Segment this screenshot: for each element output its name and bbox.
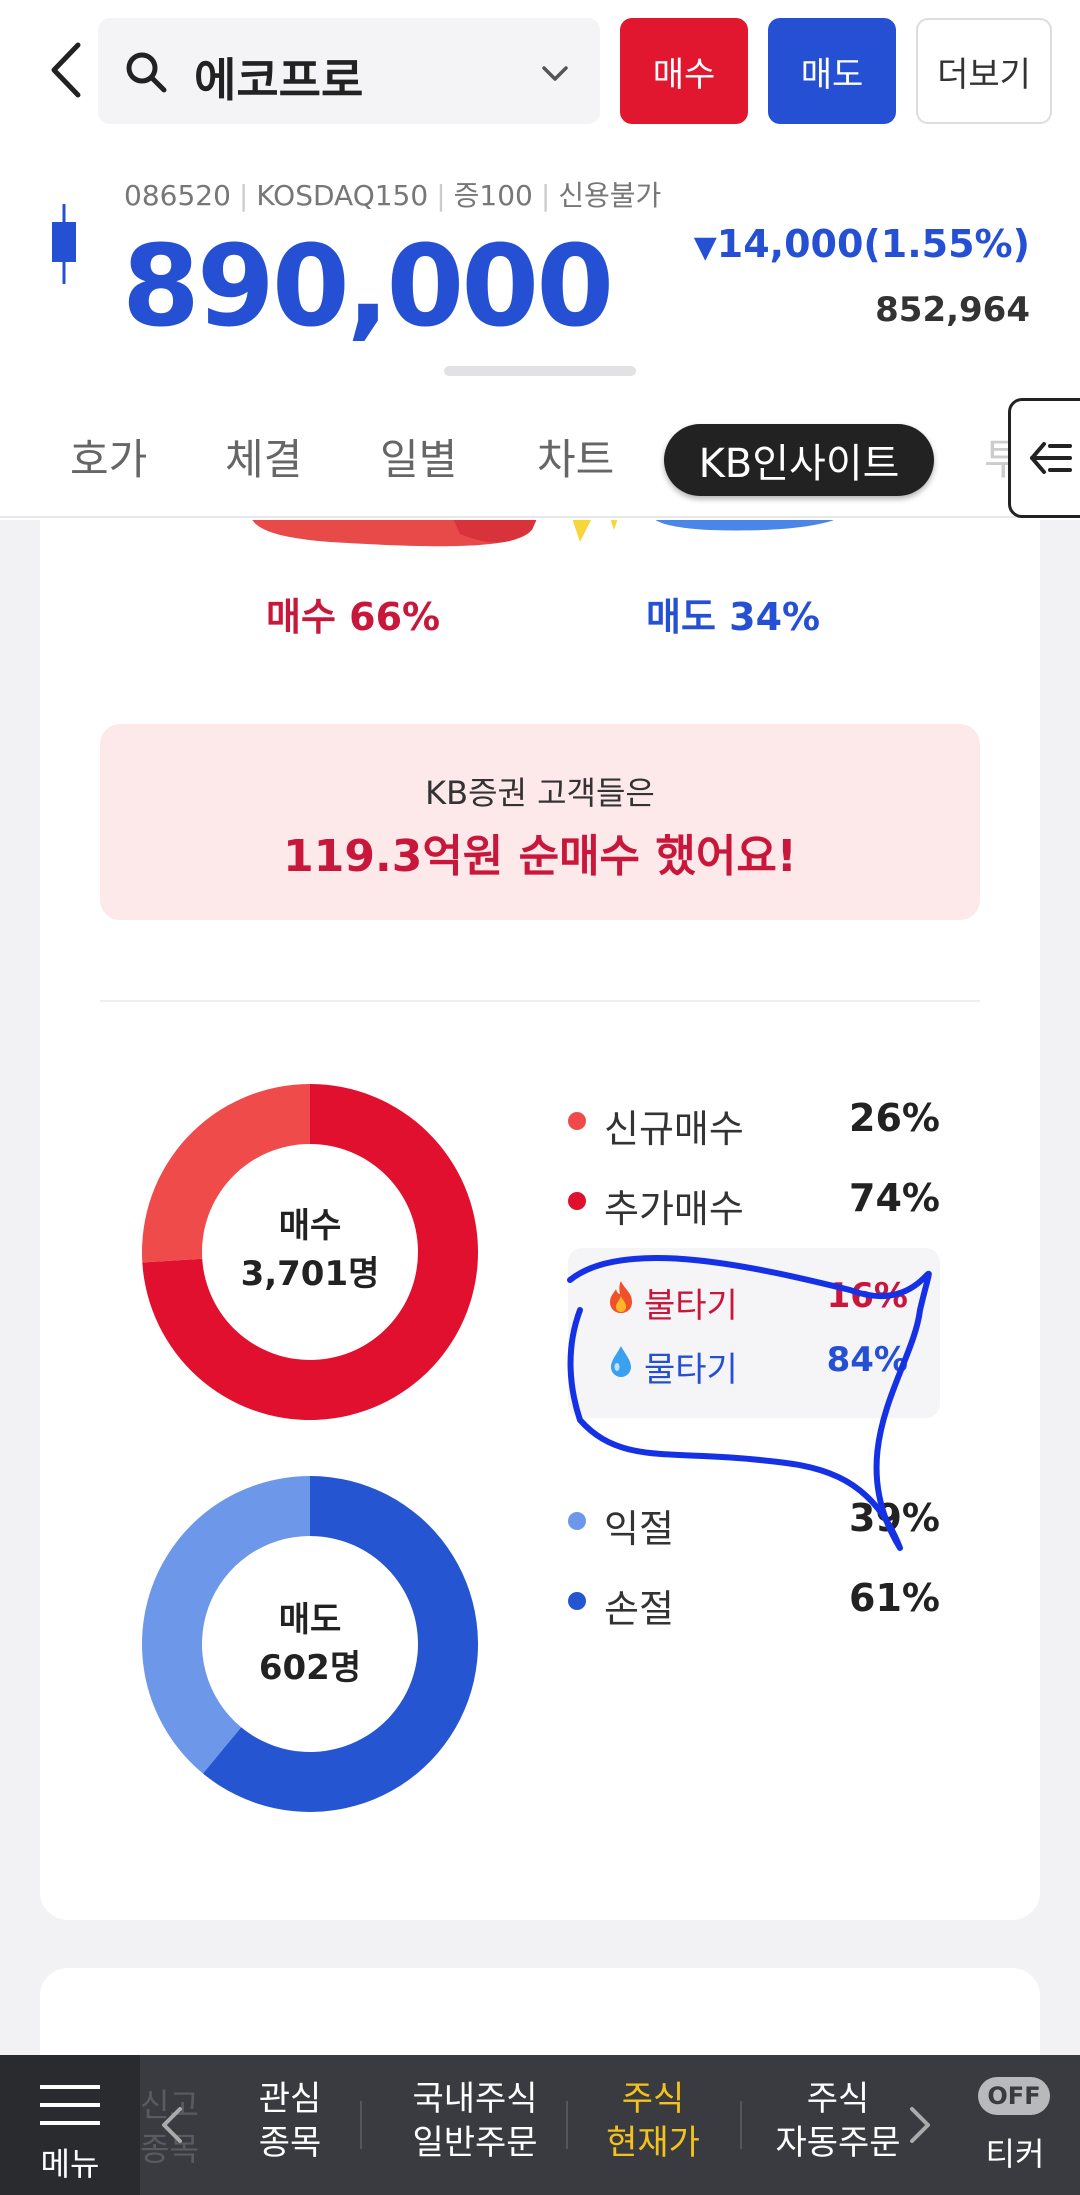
tab-daily[interactable]: 일별	[380, 426, 457, 487]
chevron-left-icon[interactable]	[156, 2103, 186, 2147]
banner-headline: 119.3억원 순매수 했어요!	[283, 831, 797, 882]
stock-market: KOSDAQ150	[256, 179, 429, 212]
hamburger-icon	[40, 2085, 100, 2125]
menu-button[interactable]: 메뉴	[0, 2055, 140, 2195]
chevron-down-icon	[542, 66, 568, 81]
buy-donut-count: 3,701명	[240, 1254, 380, 1294]
legend-take-profit: 익절 39%	[568, 1490, 958, 1551]
buy-donut-center: 매수 3,701명	[140, 1202, 480, 1298]
ticker-label: 티커	[985, 2135, 1045, 2173]
nav-label-line1: 주식	[806, 2079, 870, 2119]
tab-kb-insight[interactable]: KB인사이트	[664, 424, 934, 496]
trade-volume: 852,964	[875, 290, 1030, 330]
legend-value: 61%	[849, 1576, 940, 1620]
current-price: 890,000	[122, 222, 614, 352]
margin-rate: 증100	[453, 179, 533, 212]
stock-search-box[interactable]: 에코프로	[98, 18, 600, 124]
stock-code: 086520	[124, 179, 231, 212]
nav-separator	[740, 2101, 742, 2149]
buy-percent-label: 매수 66%	[266, 595, 441, 639]
buy-donut-title: 매수	[278, 1206, 342, 1246]
legend-label: 추가매수	[604, 1187, 744, 1231]
legend-new-buy: 신규매수 26%	[568, 1090, 958, 1151]
legend-label: 손절	[604, 1587, 674, 1631]
down-arrow-icon: ▼	[693, 230, 717, 265]
side-panel-button[interactable]	[1008, 398, 1080, 518]
legend-dot	[568, 1592, 586, 1610]
candle-icon	[52, 204, 76, 284]
legend-dot	[568, 1192, 586, 1210]
credit-status: 신용불가	[558, 179, 662, 212]
legend-value: 39%	[849, 1496, 940, 1540]
breakdown-label: 불타기	[644, 1286, 738, 1326]
sell-donut-title: 매도	[278, 1600, 342, 1640]
legend-value: 26%	[849, 1096, 940, 1140]
water-drop-icon	[611, 1346, 631, 1377]
banner-subtitle: KB증권 고객들은	[425, 774, 655, 812]
nav-label-line1: 관심	[258, 2079, 322, 2119]
sell-donut-center: 매도 602명	[140, 1596, 480, 1692]
tab-chart[interactable]: 차트	[537, 426, 614, 487]
sell-donut-count: 602명	[258, 1648, 362, 1688]
breakdown-value: 16%	[826, 1276, 908, 1316]
menu-label: 메뉴	[40, 2145, 100, 2183]
nav-separator	[360, 2101, 362, 2149]
app-screen: 에코프로 매수 매도 더보기 086520 | KOSDAQ150 | 증100 | 신용불…	[0, 0, 1080, 2195]
collapse-menu-icon	[1030, 442, 1072, 474]
legend-dot	[568, 1512, 586, 1530]
bottom-navigation: 메뉴 신고 종목 관심 종목 국내주식 일반주문 주식 현재가 주식 자동주문 …	[0, 2055, 1080, 2195]
nav-watchlist[interactable]: 관심 종목	[220, 2077, 360, 2165]
nav-auto-order[interactable]: 주식 자동주문	[762, 2077, 914, 2165]
legend-dot	[568, 1112, 586, 1130]
legend-label: 익절	[604, 1507, 674, 1551]
breakdown-row-water: 물타기 84%	[608, 1336, 908, 1390]
divider	[100, 1000, 980, 1002]
breakdown-label: 물타기	[644, 1350, 738, 1390]
nav-label-line1: 주식	[621, 2079, 685, 2119]
tab-trades[interactable]: 체결	[225, 426, 302, 487]
nav-separator	[566, 2101, 568, 2149]
ticker-toggle[interactable]: OFF	[978, 2077, 1050, 2115]
legend-add-buy: 추가매수 74%	[568, 1170, 958, 1231]
stock-meta: 086520 | KOSDAQ150 | 증100 | 신용불가	[124, 179, 662, 212]
more-button[interactable]: 더보기	[916, 18, 1052, 124]
nav-label-line2: 일반주문	[412, 2123, 538, 2163]
chevron-left-icon	[51, 42, 81, 98]
net-buy-banner: KB증권 고객들은 119.3억원 순매수 했어요!	[100, 724, 980, 920]
nav-domestic-order[interactable]: 국내주식 일반주문	[380, 2077, 570, 2165]
legend-label: 신규매수	[604, 1107, 744, 1151]
fire-icon	[610, 1281, 632, 1313]
sell-percent-label: 매도 34%	[646, 595, 821, 639]
stock-name: 에코프로	[194, 53, 364, 107]
nav-label-line2: 자동주문	[775, 2123, 901, 2163]
back-button[interactable]	[40, 38, 90, 102]
sell-button[interactable]: 매도	[768, 18, 896, 124]
chevron-right-icon[interactable]	[906, 2103, 936, 2147]
breakdown-value: 84%	[826, 1340, 908, 1380]
legend-stop-loss: 손절 61%	[568, 1570, 958, 1631]
stock-header: 에코프로 매수 매도 더보기 086520 | KOSDAQ150 | 증100 | 신용불…	[0, 0, 1080, 520]
legend-value: 74%	[849, 1176, 940, 1220]
drag-handle[interactable]	[444, 366, 636, 376]
nav-current-price[interactable]: 주식 현재가	[588, 2077, 718, 2165]
add-buy-breakdown: 불타기 16% 물타기 84%	[568, 1248, 940, 1418]
price-change: ▼14,000(1.55%)	[694, 222, 1030, 266]
search-icon	[126, 52, 167, 93]
buy-sell-illustration	[252, 520, 834, 547]
tab-orderbook[interactable]: 호가	[70, 426, 147, 487]
change-value: 14,000(1.55%)	[716, 222, 1030, 266]
nav-label-line2: 현재가	[606, 2123, 700, 2163]
nav-label-line1: 국내주식	[412, 2079, 538, 2119]
insight-card: 매수 66% 매도 34% KB증권 고객들은 119.3억원 순매수 했어요!…	[40, 520, 1040, 1920]
nav-label-line2: 종목	[258, 2123, 322, 2163]
breakdown-row-fire: 불타기 16%	[608, 1272, 908, 1326]
tab-bar: 호가 체결 일별 차트 KB인사이트 투	[0, 400, 1080, 518]
buy-button[interactable]: 매수	[620, 18, 748, 124]
